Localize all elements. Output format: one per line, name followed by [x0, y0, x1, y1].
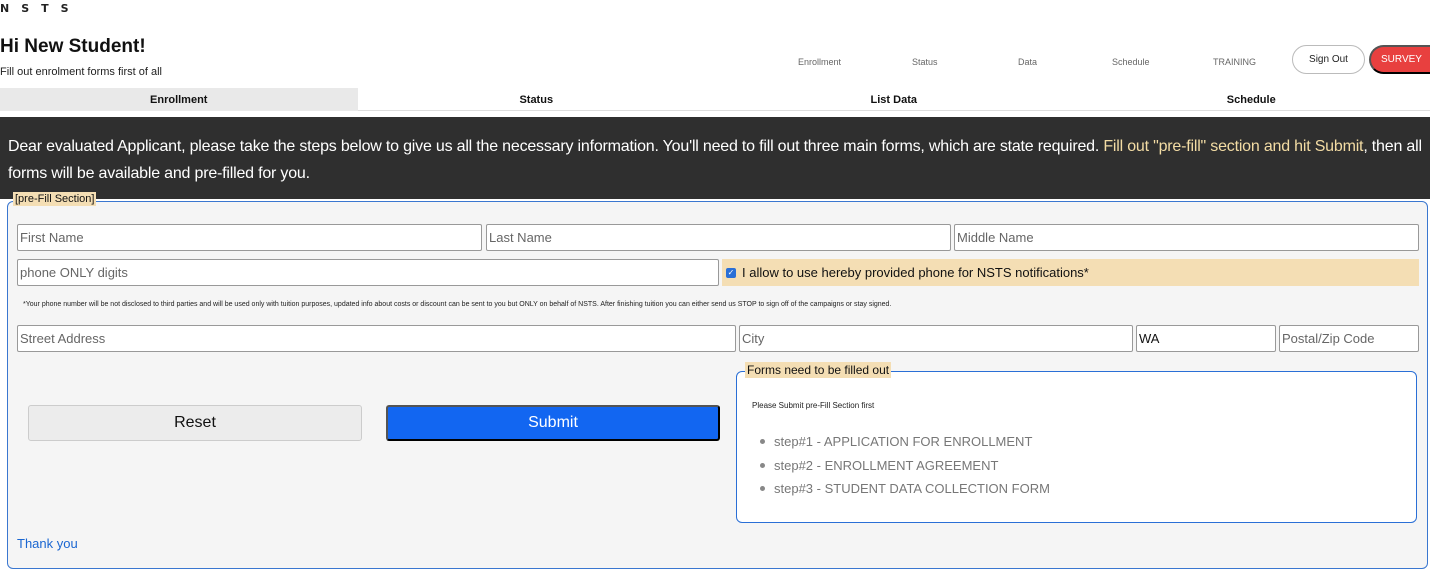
phone-consent[interactable]: ✓ I allow to use hereby provided phone f… [722, 259, 1419, 286]
banner-highlight: Fill out "pre-fill" section and hit Subm… [1103, 138, 1364, 155]
banner-text: Dear evaluated Applicant, please take th… [8, 138, 1104, 155]
street-address-input[interactable] [17, 325, 736, 352]
first-name-input[interactable] [17, 224, 482, 251]
forms-note: Please Submit pre-Fill Section first [752, 401, 875, 410]
tab-list-data[interactable]: List Data [715, 88, 1073, 111]
tab-enrollment[interactable]: Enrollment [0, 88, 358, 111]
list-item: step#1 - APPLICATION FOR ENROLLMENT [760, 430, 1050, 454]
nsts-logo: NSTS [0, 2, 81, 15]
zip-input[interactable] [1279, 325, 1419, 352]
topnav-status[interactable]: Status [912, 57, 938, 67]
state-input[interactable] [1136, 325, 1276, 352]
topnav-data[interactable]: Data [1018, 57, 1037, 67]
consent-checkbox[interactable]: ✓ [726, 267, 736, 278]
topnav-schedule[interactable]: Schedule [1112, 57, 1150, 67]
reset-button[interactable]: Reset [28, 405, 362, 441]
tab-schedule[interactable]: Schedule [1073, 88, 1430, 111]
bullet-icon [760, 439, 765, 445]
main-tabs: Enrollment Status List Data Schedule [0, 88, 1430, 111]
city-input[interactable] [739, 325, 1133, 352]
list-item: step#2 - ENROLLMENT AGREEMENT [760, 454, 1050, 478]
middle-name-input[interactable] [954, 224, 1419, 251]
topnav-enrollment[interactable]: Enrollment [798, 57, 841, 67]
bullet-icon [760, 462, 765, 468]
phone-input[interactable] [17, 259, 719, 286]
survey-button[interactable]: SURVEY [1369, 45, 1430, 74]
consent-label: I allow to use hereby provided phone for… [742, 265, 1089, 280]
page: NSTS Hi New Student! Fill out enrolment … [0, 0, 1430, 572]
last-name-input[interactable] [486, 224, 951, 251]
step-label: step#2 - ENROLLMENT AGREEMENT [774, 457, 999, 473]
prefill-legend: [pre-Fill Section] [13, 192, 97, 206]
instruction-banner: Dear evaluated Applicant, please take th… [0, 117, 1430, 199]
submit-button[interactable]: Submit [386, 405, 720, 441]
sign-out-button[interactable]: Sign Out [1292, 45, 1365, 74]
phone-disclaimer: *Your phone number will be not disclosed… [23, 301, 892, 308]
forms-legend: Forms need to be filled out [745, 362, 892, 378]
list-item: step#3 - STUDENT DATA COLLECTION FORM [760, 477, 1050, 501]
bullet-icon [760, 486, 765, 492]
step-label: step#3 - STUDENT DATA COLLECTION FORM [774, 481, 1050, 497]
step-label: step#1 - APPLICATION FOR ENROLLMENT [774, 434, 1033, 450]
topnav-training[interactable]: TRAINING [1213, 57, 1256, 67]
tab-status[interactable]: Status [358, 88, 716, 111]
page-greeting: Hi New Student! [0, 36, 146, 57]
thank-you-text: Thank you [17, 536, 78, 551]
page-subtitle: Fill out enrolment forms first of all [0, 66, 162, 78]
forms-steps-list: step#1 - APPLICATION FOR ENROLLMENT step… [760, 430, 1050, 501]
